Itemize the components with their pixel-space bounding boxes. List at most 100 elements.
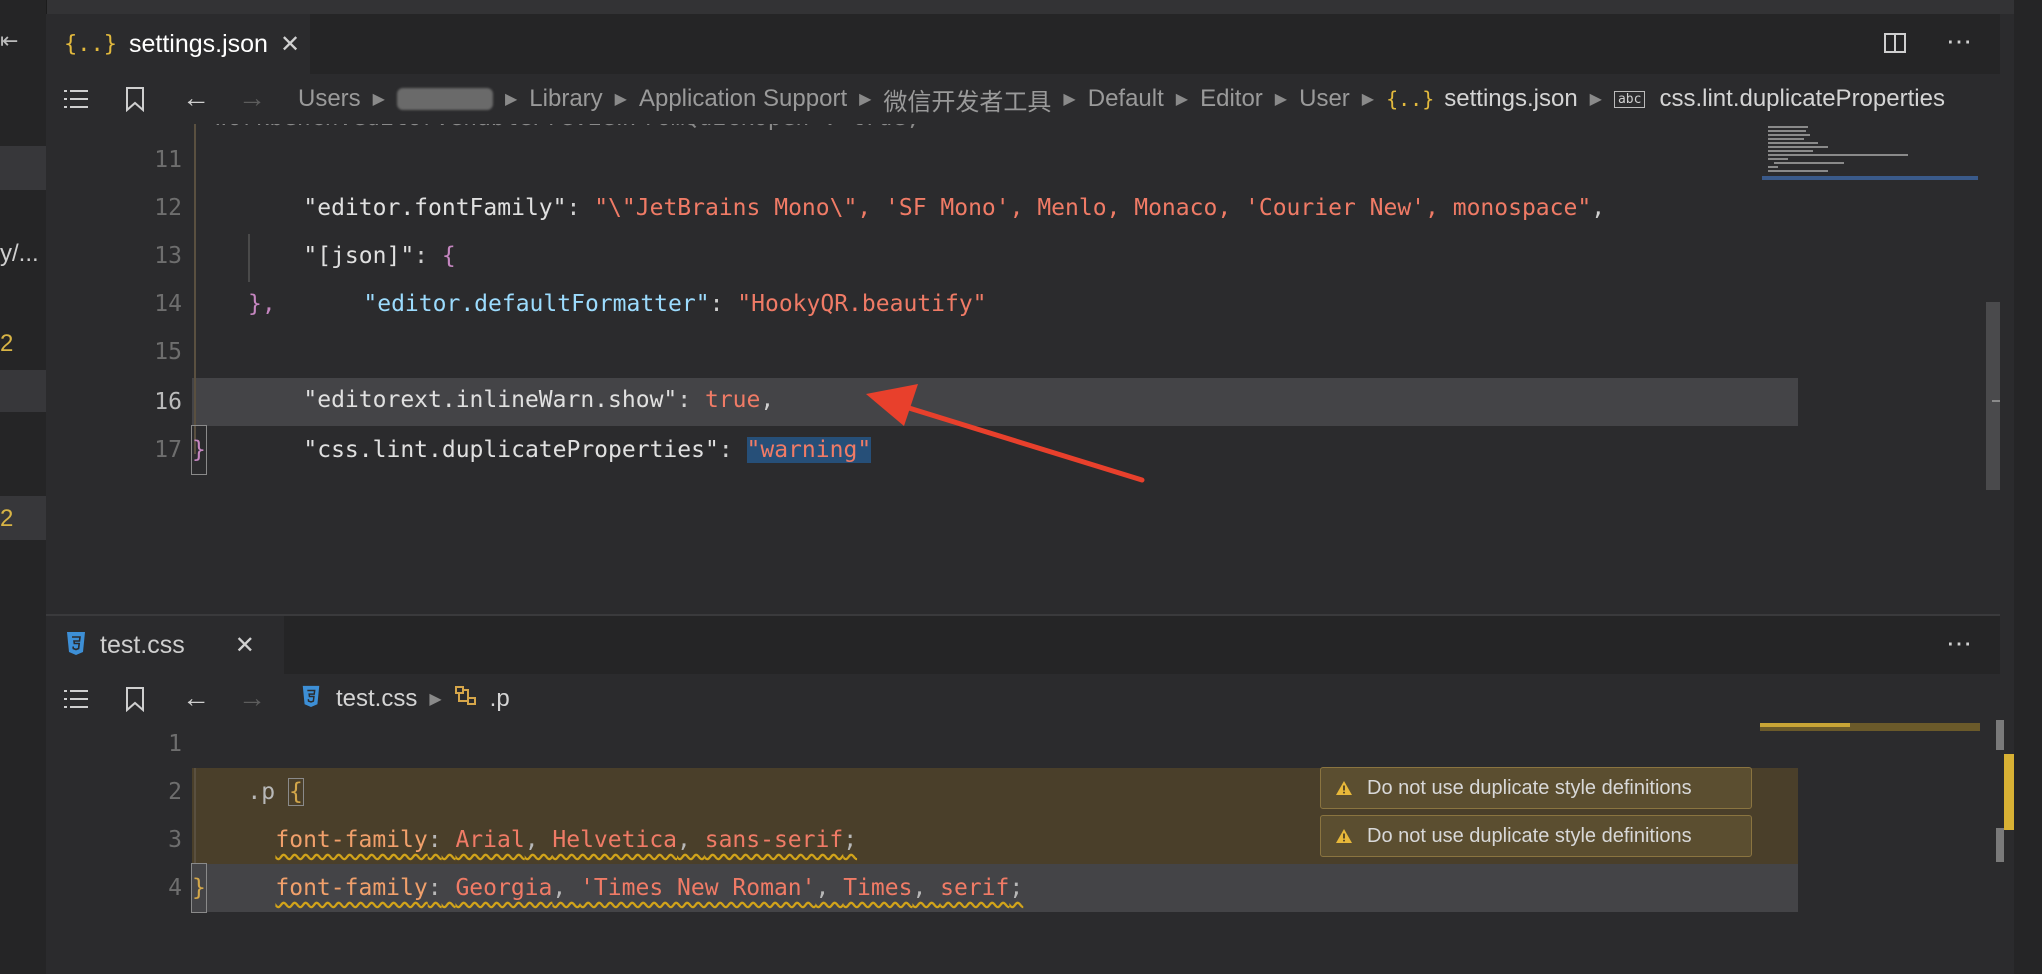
back-arrow-icon[interactable]: ← (180, 682, 212, 714)
code-line: }, (248, 291, 276, 317)
code-line: } (191, 425, 207, 475)
right-edge-strip (2014, 0, 2042, 974)
bottom-editor-tabbar: test.css ✕ ⋯ (46, 616, 2000, 674)
breadcrumb-redacted (396, 88, 493, 110)
json-key: "editor.defaultFormatter" (363, 291, 710, 317)
breadcrumb-item[interactable]: 微信开发者工具 (883, 82, 1051, 117)
line-number: 3 (168, 827, 182, 853)
json-file-icon: {..} (64, 31, 117, 57)
breadcrumb-symbol[interactable]: .p (490, 685, 510, 713)
close-icon[interactable]: ✕ (235, 631, 255, 660)
sidebar-row-selected[interactable] (0, 146, 46, 190)
sidebar-badge: 2 (0, 330, 14, 357)
outline-list-icon[interactable] (60, 84, 92, 114)
punctuation: , (815, 875, 844, 901)
scrollbar-marker (1996, 720, 2004, 750)
bookmark-icon[interactable] (122, 684, 148, 714)
collapse-sidebar-icon[interactable]: ⇤ (0, 28, 30, 64)
punctuation: , (1591, 195, 1606, 221)
top-code-area[interactable]: "workbench.editor.enablePreviewFromQuick… (46, 124, 2000, 614)
breadcrumb: test.css ▶ .p (300, 684, 510, 714)
inline-warning[interactable]: Do not use duplicate style definitions (1320, 767, 1752, 809)
line-number: 16 (154, 389, 182, 415)
bottom-breadcrumb-bar: ← → test.css ▶ .p (46, 674, 2000, 724)
css-file-icon (300, 684, 322, 715)
selector-symbol-icon (454, 685, 478, 714)
outline-list-icon[interactable] (60, 684, 92, 714)
warning-scroll-marker (2004, 754, 2014, 830)
punctuation: , (552, 875, 581, 901)
scrollbar-marker (1992, 400, 2000, 422)
code-line: } (191, 863, 207, 913)
warning-message: Do not use duplicate style definitions (1367, 824, 1692, 847)
breadcrumb-item[interactable]: Default (1088, 85, 1164, 113)
indent-guide (194, 124, 196, 454)
json-key: "css.lint.duplicateProperties" (303, 437, 719, 463)
sidebar-badge: 2 (0, 505, 14, 532)
more-actions-icon[interactable]: ⋯ (1942, 628, 1976, 658)
line-number: 15 (154, 339, 182, 365)
line-number: 11 (154, 147, 182, 173)
line-number: 14 (154, 291, 182, 317)
more-actions-icon[interactable]: ⋯ (1942, 26, 1976, 56)
minimap[interactable] (1758, 720, 1984, 732)
title-bar-strip (0, 0, 2042, 14)
breadcrumb: Users ▶ ▶ Library ▶ Application Support ▶ 微… (298, 82, 1945, 117)
tab-settings-json[interactable]: {..} settings.json ✕ (46, 14, 310, 74)
breadcrumb-file[interactable]: settings.json (1444, 85, 1577, 113)
code-line: "css.lint.duplicateProperties": "warning… (248, 378, 872, 522)
bottom-code-area[interactable]: 1 .p { 2 font-family: Arial, Helvetica, … (46, 724, 2000, 974)
code-line: font-family: Georgia, 'Times New Roman',… (220, 816, 1023, 960)
json-string: "\"JetBrains Mono\", 'SF Mono', Menlo, M… (594, 195, 1592, 221)
punctuation: , (912, 875, 941, 901)
forward-arrow-icon[interactable]: → (236, 682, 268, 714)
top-breadcrumb-bar: ← → Users ▶ ▶ Library ▶ Application Suppor… (46, 74, 2000, 124)
json-string: "HookyQR.beautify" (737, 291, 987, 317)
breadcrumb-item[interactable]: Users (298, 85, 361, 113)
punctuation: : (427, 875, 442, 901)
punctuation: : (718, 437, 747, 463)
bookmark-icon[interactable] (122, 84, 148, 114)
css-value: Georgia (455, 875, 553, 901)
json-string: warning (760, 437, 858, 463)
line-number: 4 (168, 875, 182, 901)
breadcrumb-symbol[interactable]: css.lint.duplicateProperties (1659, 85, 1944, 113)
sidebar-fragment: ⇤ y/... 2 2 (0, 0, 47, 974)
top-editor-tabbar: {..} settings.json ✕ ⋯ (46, 14, 2000, 74)
breadcrumb-item[interactable]: Application Support (639, 85, 847, 113)
tab-test-css[interactable]: test.css ✕ (46, 616, 284, 674)
back-arrow-icon[interactable]: ← (180, 82, 212, 114)
close-icon[interactable]: ✕ (280, 30, 300, 59)
split-editor-icon[interactable] (1880, 28, 1910, 58)
string-symbol-icon: abc (1613, 90, 1646, 108)
css-value: 'Times New Roman' (580, 875, 816, 901)
breadcrumb-item[interactable]: Library (529, 85, 602, 113)
line-number: 12 (154, 195, 182, 221)
tab-label: test.css (100, 630, 185, 659)
scrollbar-thumb[interactable] (1986, 302, 2000, 490)
scrollbar-marker (1996, 828, 2004, 862)
css-property: font-family (275, 875, 428, 901)
tab-label: settings.json (128, 29, 268, 58)
annotation-arrow (866, 384, 1145, 483)
json-file-icon: {..} (1386, 87, 1435, 111)
punctuation: ; (1009, 875, 1024, 901)
css-file-icon (64, 630, 88, 661)
breadcrumb-file[interactable]: test.css (336, 685, 417, 713)
sidebar-row[interactable] (0, 370, 46, 412)
warning-icon (1336, 781, 1352, 795)
line-number: 17 (154, 437, 182, 463)
forward-arrow-icon[interactable]: → (236, 82, 268, 114)
css-value: serif (940, 875, 1010, 901)
punctuation: : (566, 195, 595, 221)
minimap[interactable] (1758, 124, 1984, 190)
breadcrumb-item[interactable]: User (1299, 85, 1350, 113)
line-number: 1 (168, 731, 182, 757)
warning-message: Do not use duplicate style definitions (1367, 776, 1692, 799)
sidebar-path-text: y/... (0, 240, 39, 267)
quote: " (746, 437, 761, 463)
warning-icon (1336, 829, 1352, 843)
breadcrumb-item[interactable]: Editor (1200, 85, 1263, 113)
line-number: 13 (154, 243, 182, 269)
inline-warning[interactable]: Do not use duplicate style definitions (1320, 815, 1752, 857)
